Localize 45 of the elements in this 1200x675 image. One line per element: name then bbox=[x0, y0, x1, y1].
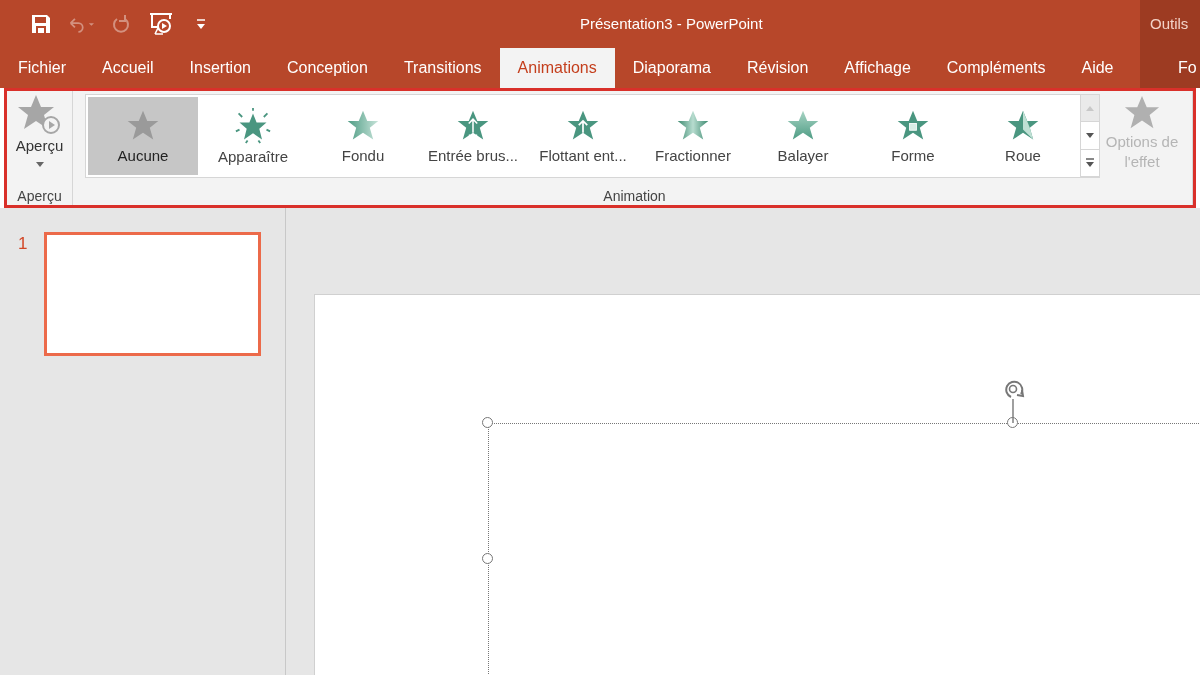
ribbon-tab[interactable]: Compléments bbox=[928, 48, 1064, 88]
customize-icon bbox=[196, 18, 206, 30]
animation-option[interactable]: Apparaître bbox=[198, 97, 308, 175]
resize-handle[interactable] bbox=[482, 553, 493, 564]
ribbon-tab[interactable]: Insertion bbox=[171, 48, 269, 88]
slideshow-icon bbox=[149, 12, 173, 36]
star-burst-icon bbox=[233, 107, 273, 144]
more-button[interactable] bbox=[1081, 149, 1099, 177]
ribbon-tab[interactable]: Animations bbox=[499, 48, 615, 88]
ribbon-tab[interactable]: Diaporama bbox=[614, 48, 729, 88]
redo-icon bbox=[112, 14, 130, 34]
animation-option[interactable]: Forme bbox=[858, 97, 968, 175]
window-title: Présentation3 - PowerPoint bbox=[580, 15, 763, 32]
resize-handle[interactable] bbox=[482, 417, 493, 428]
animation-option[interactable]: Fractionner bbox=[638, 97, 748, 175]
save-icon bbox=[31, 14, 51, 34]
ribbon-tab[interactable]: Conception bbox=[268, 48, 386, 88]
ribbon-tab[interactable]: Fo bbox=[1140, 48, 1200, 88]
animation-option[interactable]: Fondu bbox=[308, 97, 418, 175]
slideshow-button[interactable] bbox=[148, 11, 174, 37]
ribbon-tab[interactable]: Accueil bbox=[84, 48, 172, 88]
animation-option[interactable]: Flottant ent... bbox=[528, 97, 638, 175]
animation-option[interactable]: Balayer bbox=[748, 97, 858, 175]
expand-icon bbox=[1086, 158, 1094, 168]
animation-option[interactable]: Entrée brus... bbox=[418, 97, 528, 175]
contextual-tab-title: Outils bbox=[1149, 14, 1190, 34]
star-play-icon bbox=[17, 95, 62, 137]
resize-handle[interactable] bbox=[1007, 417, 1018, 428]
ribbon-tab[interactable]: Affichage bbox=[826, 48, 929, 88]
slide-thumbnail[interactable] bbox=[44, 232, 261, 356]
caret-icon bbox=[35, 162, 44, 167]
ribbon-tab[interactable]: Révision bbox=[729, 48, 827, 88]
group-label: Animation bbox=[603, 188, 666, 205]
caret-icon bbox=[1086, 133, 1094, 138]
undo-icon bbox=[68, 15, 94, 33]
group-label: Aperçu bbox=[17, 188, 62, 205]
preview-button[interactable]: Aperçu bbox=[15, 91, 64, 167]
slide-number: 1 bbox=[17, 234, 29, 254]
ribbon-tab[interactable]: Transitions bbox=[385, 48, 500, 88]
animation-option[interactable]: Roue bbox=[968, 97, 1078, 175]
ribbon-tab[interactable]: Fichier bbox=[0, 48, 84, 88]
caret-icon bbox=[1086, 105, 1094, 111]
ribbon-tab[interactable]: Aide bbox=[1063, 48, 1132, 88]
animation-option[interactable]: Aucune bbox=[88, 97, 198, 175]
scroll-down-button[interactable] bbox=[1081, 122, 1099, 150]
